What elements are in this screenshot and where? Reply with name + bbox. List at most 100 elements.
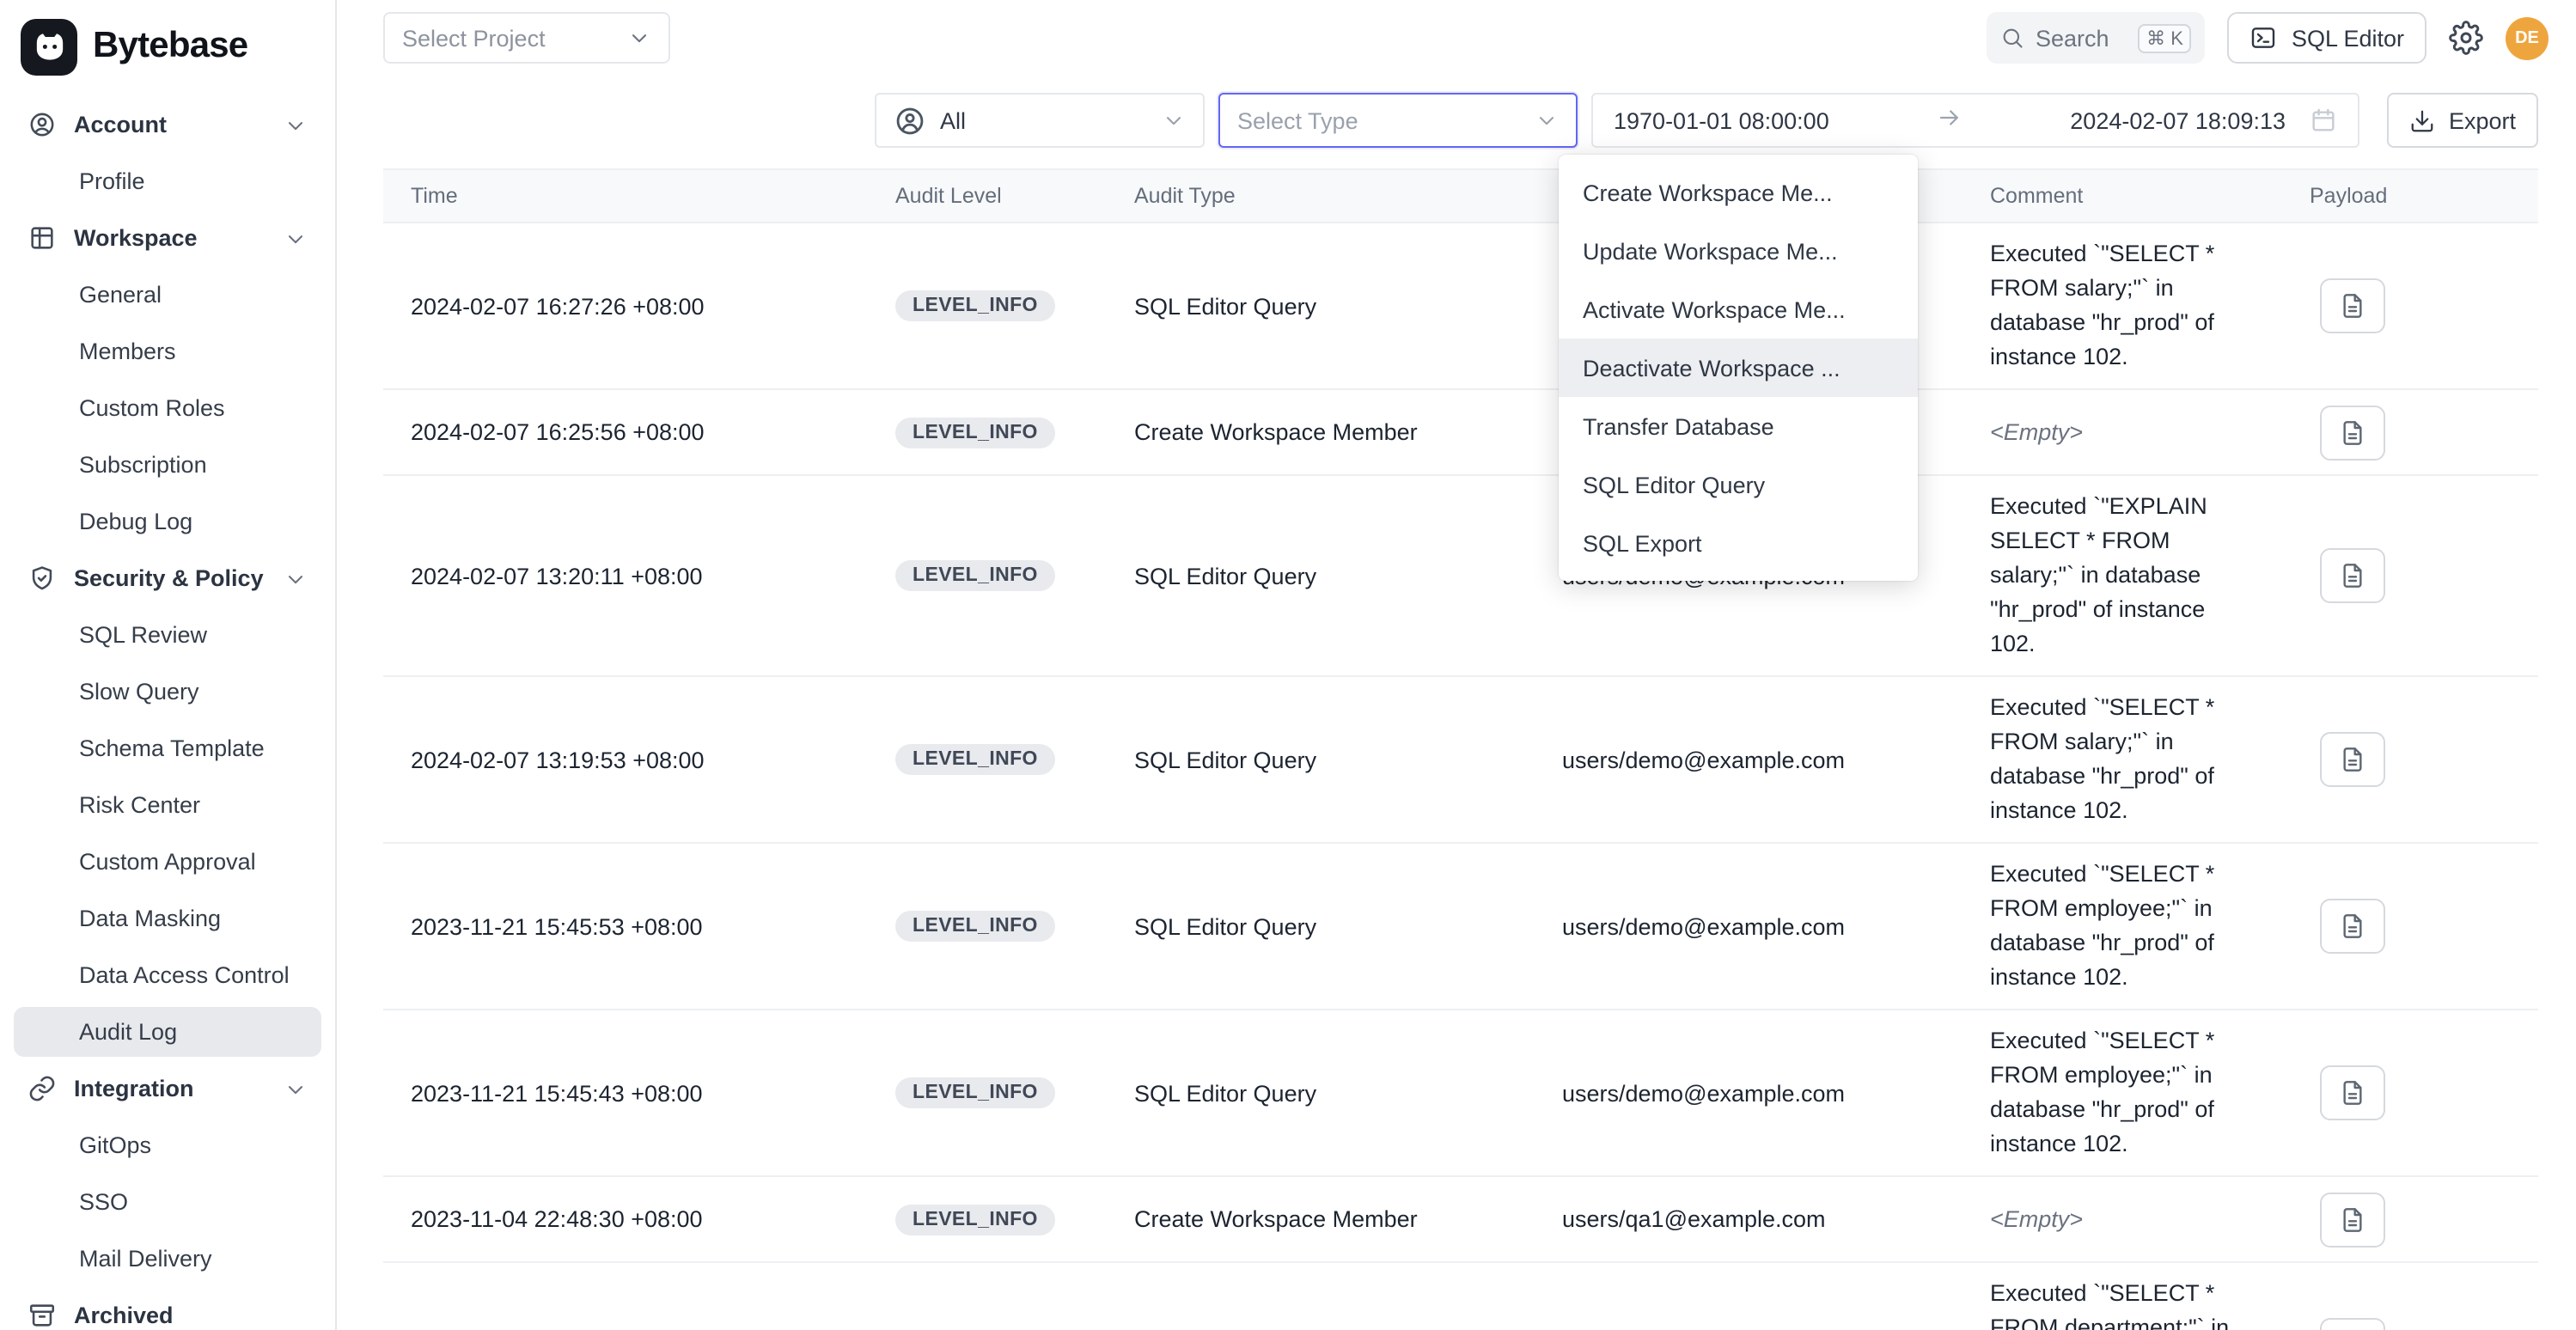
type-option-activate-workspace-me[interactable]: Activate Workspace Me... <box>1559 280 1918 339</box>
sidebar-group-account[interactable]: Account <box>14 100 321 149</box>
sidebar-item-data-access-control[interactable]: Data Access Control <box>14 950 321 1000</box>
bytebase-logo-icon <box>21 18 77 75</box>
type-option-sql-export[interactable]: SQL Export <box>1559 514 1918 572</box>
sidebar-item-audit-log[interactable]: Audit Log <box>14 1007 321 1057</box>
sidebar-item-slow-query[interactable]: Slow Query <box>14 667 321 717</box>
sidebar-item-risk-center[interactable]: Risk Center <box>14 780 321 830</box>
sidebar-item-schema-template[interactable]: Schema Template <box>14 723 321 773</box>
row-level-cell: LEVEL_INFO <box>868 1190 1107 1248</box>
table-row: 2024-02-07 13:20:11 +08:00LEVEL_INFOSQL … <box>383 476 2538 677</box>
row-actor: users/demo@example.com <box>1535 1319 1963 1330</box>
calendar-icon <box>2310 107 2337 134</box>
row-audit-type: SQL Editor Query <box>1107 733 1535 786</box>
row-time: 2024-02-07 13:19:53 +08:00 <box>383 733 868 786</box>
sidebar-item-custom-approval[interactable]: Custom Approval <box>14 837 321 887</box>
gear-icon[interactable] <box>2449 21 2483 55</box>
payload-view-button[interactable] <box>2320 732 2385 787</box>
table-row: 2023-11-04 21:26:34 +08:00LEVEL_INFOSQL … <box>383 1263 2538 1330</box>
date-range-end[interactable]: 2024-02-07 18:09:13 <box>2070 107 2286 133</box>
chevron-down-icon <box>284 113 308 137</box>
column-header-audit-level: Audit Level <box>868 184 1107 208</box>
column-header-comment: Comment <box>1963 184 2282 208</box>
export-label: Export <box>2449 107 2516 133</box>
type-option-update-workspace-me[interactable]: Update Workspace Me... <box>1559 222 1918 280</box>
row-comment: Executed `"SELECT * FROM department;"` i… <box>1963 1263 2282 1330</box>
audit-level-badge: LEVEL_INFO <box>895 417 1055 448</box>
sql-editor-label: SQL Editor <box>2292 25 2404 51</box>
search-input[interactable]: Search ⌘ K <box>1987 12 2206 64</box>
row-payload-cell <box>2282 265 2538 347</box>
row-comment: Executed `"SELECT * FROM salary;"` in da… <box>1963 677 2282 842</box>
export-button[interactable]: Export <box>2387 93 2538 148</box>
table-row: 2024-02-07 13:19:53 +08:00LEVEL_INFOSQL … <box>383 677 2538 844</box>
date-range-picker[interactable]: 1970-01-01 08:00:00 2024-02-07 18:09:13 <box>1591 93 2359 148</box>
row-payload-cell <box>2282 391 2538 473</box>
sidebar-item-general[interactable]: General <box>14 270 321 320</box>
row-time: 2024-02-07 16:25:56 +08:00 <box>383 406 868 459</box>
payload-view-button[interactable] <box>2320 899 2385 954</box>
project-select[interactable]: Select Project <box>383 12 670 64</box>
row-audit-type: SQL Editor Query <box>1107 1066 1535 1120</box>
sidebar-item-subscription[interactable]: Subscription <box>14 440 321 490</box>
sidebar-group-archived[interactable]: Archived <box>14 1290 321 1330</box>
sidebar-item-debug-log[interactable]: Debug Log <box>14 497 321 546</box>
row-time: 2023-11-21 15:45:43 +08:00 <box>383 1066 868 1120</box>
sidebar-item-members[interactable]: Members <box>14 326 321 376</box>
payload-view-button[interactable] <box>2320 1065 2385 1120</box>
type-option-sql-editor-query[interactable]: SQL Editor Query <box>1559 455 1918 514</box>
sidebar-group-label: Archived <box>74 1303 174 1328</box>
row-payload-cell <box>2282 718 2538 801</box>
sidebar-group-label: Integration <box>74 1076 194 1101</box>
row-time: 2023-11-21 15:45:53 +08:00 <box>383 900 868 953</box>
type-option-transfer-database[interactable]: Transfer Database <box>1559 397 1918 455</box>
date-range-start[interactable]: 1970-01-01 08:00:00 <box>1614 107 1829 133</box>
terminal-icon <box>2250 24 2278 52</box>
audit-level-badge: LEVEL_INFO <box>895 911 1055 942</box>
archive-icon <box>27 1301 57 1330</box>
brand-logo[interactable]: Bytebase <box>14 14 321 79</box>
table-row: 2023-11-21 15:45:53 +08:00 LEVEL_INFO SQL … <box>383 844 2538 1010</box>
project-select-placeholder: Select Project <box>402 25 546 51</box>
payload-view-button[interactable] <box>2320 1192 2385 1247</box>
column-header-payload: Payload <box>2282 184 2538 208</box>
sidebar-item-data-masking[interactable]: Data Masking <box>14 894 321 943</box>
type-filter-placeholder: Select Type <box>1237 107 1358 133</box>
payload-view-button[interactable] <box>2320 278 2385 333</box>
main-area: Select Project Search ⌘ K SQL Editor DE <box>337 0 2576 1330</box>
payload-view-button[interactable] <box>2320 1318 2385 1330</box>
file-icon <box>2339 912 2366 940</box>
link-icon <box>27 1074 57 1103</box>
type-filter-select[interactable]: Select Type <box>1218 93 1578 148</box>
sidebar-item-sql-review[interactable]: SQL Review <box>14 610 321 660</box>
sidebar-item-sso[interactable]: SSO <box>14 1177 321 1227</box>
payload-view-button[interactable] <box>2320 548 2385 603</box>
row-audit-type: SQL Editor Query <box>1107 900 1535 953</box>
sidebar-item-custom-roles[interactable]: Custom Roles <box>14 383 321 433</box>
filter-bar: All Select Type 1970-01-01 08:00:00 2024… <box>337 93 2576 148</box>
column-header-time: Time <box>383 184 868 208</box>
audit-level-badge: LEVEL_INFO <box>895 290 1055 321</box>
file-icon <box>2339 1079 2366 1107</box>
type-option-deactivate-workspace[interactable]: Deactivate Workspace ... <box>1559 339 1918 397</box>
payload-view-button[interactable] <box>2320 405 2385 460</box>
sidebar-item-mail-delivery[interactable]: Mail Delivery <box>14 1234 321 1284</box>
row-audit-type: SQL Editor Query <box>1107 279 1535 332</box>
sidebar-group-workspace[interactable]: Workspace <box>14 213 321 263</box>
row-payload-cell <box>2282 1178 2538 1260</box>
search-shortcut-kbd: ⌘ K <box>2138 23 2192 52</box>
chevron-down-icon <box>284 1077 308 1101</box>
actor-filter-select[interactable]: All <box>875 93 1205 148</box>
type-option-create-workspace-me[interactable]: Create Workspace Me... <box>1559 163 1918 222</box>
shield-icon <box>27 564 57 593</box>
chevron-down-icon <box>1535 108 1559 132</box>
sidebar-group-integration[interactable]: Integration <box>14 1064 321 1113</box>
sidebar-group-security-policy[interactable]: Security & Policy <box>14 553 321 603</box>
chevron-down-icon <box>627 26 651 50</box>
sidebar-item-profile[interactable]: Profile <box>14 156 321 206</box>
arrow-right-icon-wrap <box>1829 105 2071 136</box>
sidebar-item-gitops[interactable]: GitOps <box>14 1120 321 1170</box>
avatar[interactable]: DE <box>2506 16 2549 59</box>
sql-editor-button[interactable]: SQL Editor <box>2228 12 2426 64</box>
row-level-cell: LEVEL_INFO <box>868 730 1107 789</box>
user-avatar-icon <box>894 104 926 137</box>
